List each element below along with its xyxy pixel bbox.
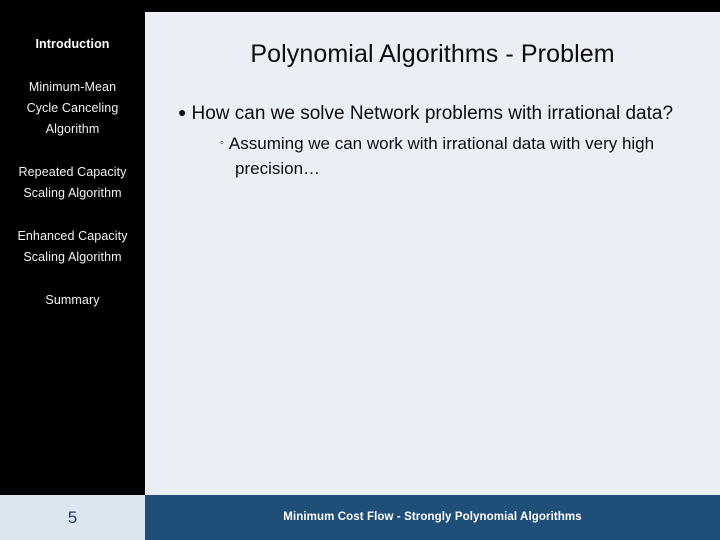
page-title: Polynomial Algorithms - Problem xyxy=(250,40,615,68)
bullet-marker-icon: ● xyxy=(178,104,187,120)
sidebar-item-repeated-capacity-scaling-algorithm[interactable]: Repeated Capacity Scaling Algorithm xyxy=(13,162,133,204)
sidebar-nav: Introduction Minimum-Mean Cycle Cancelin… xyxy=(0,12,145,495)
bullet-level2: ◦ Assuming we can work with irrational da… xyxy=(220,131,698,181)
bullet-level1-text: How can we solve Network problems with i… xyxy=(191,103,674,124)
sidebar-item-introduction[interactable]: Introduction xyxy=(13,34,133,55)
bullet-level2-text: Assuming we can work with irrational dat… xyxy=(228,134,655,178)
footer-title: Minimum Cost Flow - Strongly Polynomial … xyxy=(283,511,582,523)
sidebar-item-summary[interactable]: Summary xyxy=(13,290,133,311)
slide: ∞^ Introduction Minimum-Mean Cycle Cance… xyxy=(0,0,720,540)
page-number: 5 xyxy=(67,508,78,527)
content-body: ● How can we solve Network problems with … xyxy=(178,100,698,181)
sidebar-item-enhanced-capacity-scaling-algorithm[interactable]: Enhanced Capacity Scaling Algorithm xyxy=(13,226,133,268)
bullet-level1: ● How can we solve Network problems with … xyxy=(178,100,698,126)
sidebar: Introduction Minimum-Mean Cycle Cancelin… xyxy=(0,0,145,495)
sidebar-item-minimum-mean-cycle-canceling-algorithm[interactable]: Minimum-Mean Cycle Canceling Algorithm xyxy=(13,77,133,140)
sub-bullet-marker-icon: ◦ xyxy=(220,137,224,149)
